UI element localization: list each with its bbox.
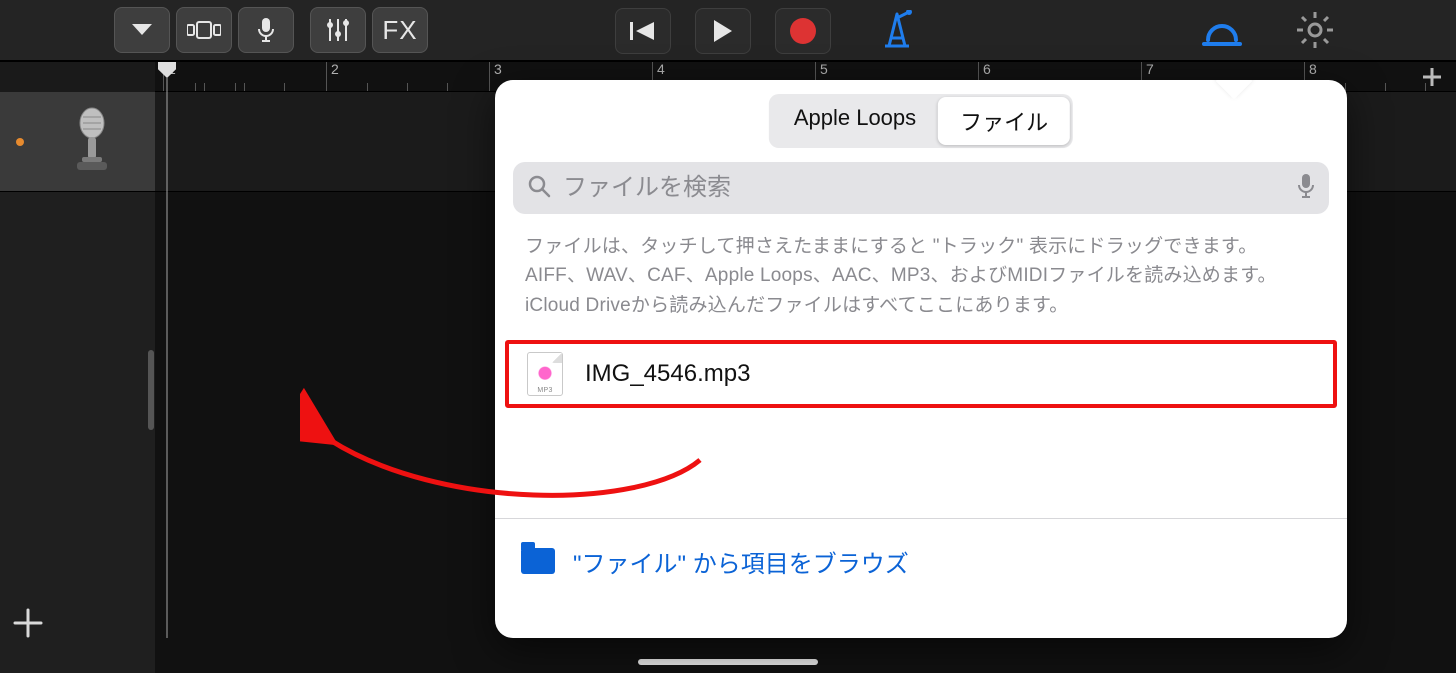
mixer-button[interactable]: [310, 7, 366, 53]
tab-apple-loops[interactable]: Apple Loops: [772, 97, 938, 145]
folder-icon: [521, 548, 555, 574]
fx-label: FX: [382, 15, 417, 46]
ruler-bar-label: 8: [1309, 62, 1317, 77]
ruler-bar-label: 4: [657, 62, 665, 77]
view-menu-button[interactable]: [114, 7, 170, 53]
dictation-icon[interactable]: [1297, 173, 1315, 204]
track-layout-button[interactable]: [176, 7, 232, 53]
search-field[interactable]: [513, 162, 1329, 214]
voice-input-button[interactable]: [238, 7, 294, 53]
track-status-dot: [16, 138, 24, 146]
file-name-label: IMG_4546.mp3: [585, 360, 750, 388]
ruler-bar-label: 3: [494, 62, 502, 77]
search-input[interactable]: [563, 174, 1285, 202]
loop-browser-button[interactable]: [1200, 10, 1244, 55]
settings-button[interactable]: [1295, 10, 1335, 55]
top-toolbar: FX: [0, 0, 1456, 62]
rewind-button[interactable]: [615, 8, 671, 54]
browse-label: "ファイル" から項目をブラウズ: [573, 544, 909, 579]
tab-files[interactable]: ファイル: [938, 97, 1070, 145]
mp3-file-icon: [527, 352, 563, 396]
search-icon: [527, 174, 551, 203]
metronome-button[interactable]: [875, 10, 919, 55]
add-track-button[interactable]: [0, 595, 56, 651]
help-text: ファイルは、タッチして押さえたままにすると "トラック" 表示にドラッグできます…: [525, 232, 1317, 320]
ruler-bar-label: 2: [331, 62, 339, 77]
track-header-audio[interactable]: [0, 92, 155, 192]
browser-tabs: Apple Loops ファイル: [769, 94, 1073, 148]
microphone-icon: [69, 107, 115, 177]
ruler-bar-label: 5: [820, 62, 828, 77]
file-item[interactable]: IMG_4546.mp3: [505, 340, 1337, 408]
home-indicator[interactable]: [638, 659, 818, 665]
loop-browser-popover: Apple Loops ファイル ファイルは、タッチして押さえたままにすると "…: [495, 80, 1347, 638]
divider: [495, 518, 1347, 519]
record-icon: [790, 18, 816, 44]
ruler-bar-label: 7: [1146, 62, 1154, 77]
ruler-bar-label: 6: [983, 62, 991, 77]
record-button[interactable]: [775, 8, 831, 54]
fx-button[interactable]: FX: [372, 7, 428, 53]
playhead-line: [166, 78, 168, 638]
browse-files-button[interactable]: "ファイル" から項目をブラウズ: [517, 536, 1325, 586]
play-button[interactable]: [695, 8, 751, 54]
vertical-scrollbar[interactable]: [148, 350, 154, 430]
add-section-button[interactable]: [1414, 64, 1450, 90]
